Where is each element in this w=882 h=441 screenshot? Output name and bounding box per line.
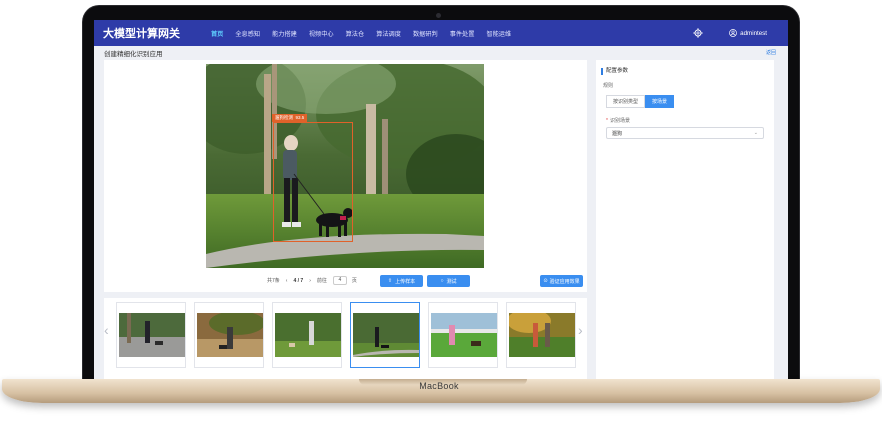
refresh-icon: ○ [440, 278, 444, 284]
test-label: 测试 [446, 278, 457, 285]
scene-select-value: 遛狗 [612, 130, 623, 137]
thumbnail-image [197, 313, 263, 357]
thumbnail-image [119, 313, 185, 357]
config-panel: 配置参数 规则 按识别类型 按场景 * 识别场景 遛狗 ⌄ [596, 60, 774, 379]
user-icon [729, 29, 738, 37]
rule-label: 规则 [603, 83, 614, 89]
thumbnail[interactable] [116, 302, 186, 368]
nav-right: admintest [693, 28, 788, 38]
upload-icon: ⇪ [387, 278, 393, 284]
user-name: admintest [740, 29, 767, 37]
detection-box [273, 122, 353, 242]
pagination: 共7条 ‹ 4 / 7 › 前往 4 页 [267, 276, 363, 285]
nav-item-capability[interactable]: 能力搭建 [266, 29, 303, 38]
page-jump-input[interactable]: 4 [332, 276, 347, 285]
nav-item-perception[interactable]: 全息感知 [229, 29, 266, 38]
thumbnail-image [275, 313, 341, 357]
camera-icon [436, 13, 441, 18]
nav-item-home[interactable]: 首页 [205, 29, 229, 38]
required-mark: * [606, 118, 608, 124]
thumbnail-strip: ‹ › [104, 298, 587, 379]
detection-class: 遛狗检测 [275, 115, 293, 120]
pager-total: 共7条 [267, 278, 280, 284]
screen: 大模型计算网关 首页 全息感知 能力搭建 视频中心 算法仓 算法调度 数据研判 … [94, 20, 788, 379]
scene-select[interactable]: 遛狗 ⌄ [606, 127, 764, 139]
laptop-frame: MacBook 大模型计算网关 首页 全息感知 能力搭建 视频中心 算法仓 算法… [0, 0, 882, 441]
nav-item-video[interactable]: 视频中心 [303, 29, 340, 38]
scene-label-text: 识别场景 [609, 118, 630, 124]
thumbnail[interactable] [194, 302, 264, 368]
chevron-right-icon[interactable]: › [578, 322, 583, 338]
preview-panel: 遛狗检测 93.5 共7条 ‹ 4 / 7 › 前往 4 页 ⇪ 上传样本 ○ 测试… [104, 60, 587, 292]
detection-label: 遛狗检测 93.5 [272, 114, 308, 122]
app-title: 大模型计算网关 [103, 28, 180, 40]
thumbnail[interactable] [428, 302, 498, 368]
scene-field-label: * 识别场景 [606, 117, 630, 124]
thumbnail[interactable] [506, 302, 576, 368]
thumbnail-image [509, 313, 575, 357]
thumbnail[interactable] [272, 302, 342, 368]
chevron-down-icon: ⌄ [753, 130, 758, 136]
thumbnail-image [431, 313, 497, 357]
tab-by-scene[interactable]: 按场景 [645, 95, 675, 108]
verify-label: 验证应用效果 [549, 278, 580, 285]
top-nav: 大模型计算网关 首页 全息感知 能力搭建 视频中心 算法仓 算法调度 数据研判 … [94, 20, 788, 46]
page-title: 创建精细化识别应用 [104, 51, 163, 58]
nav-item-ops[interactable]: 智能运维 [480, 29, 517, 38]
thumbnail-image [353, 313, 419, 357]
breadcrumb: 创建精细化识别应用 返回 [94, 46, 788, 60]
chevron-left-icon[interactable]: ‹ [104, 322, 109, 338]
back-link[interactable]: 返回 [766, 49, 776, 56]
upload-sample-button[interactable]: ⇪ 上传样本 [380, 275, 423, 287]
next-page-icon[interactable]: › [309, 278, 311, 284]
tab-by-type[interactable]: 按识别类型 [606, 95, 646, 108]
verify-icon: ⊙ [543, 278, 548, 284]
verify-button[interactable]: ⊙ 验证应用效果 [540, 275, 583, 287]
gear-icon[interactable] [693, 28, 703, 38]
laptop-brand: MacBook [419, 381, 459, 391]
pager-goto: 前往 [316, 278, 327, 284]
user-menu[interactable]: admintest [729, 29, 767, 37]
nav-menu: 首页 全息感知 能力搭建 视频中心 算法仓 算法调度 数据研判 事件处置 智能运… [205, 29, 517, 38]
test-button[interactable]: ○ 测试 [427, 275, 470, 287]
thumbnail-selected[interactable] [350, 302, 420, 368]
upload-label: 上传样本 [395, 278, 416, 285]
detection-score: 93.5 [295, 115, 305, 120]
nav-item-events[interactable]: 事件处置 [444, 29, 481, 38]
pager-unit: 页 [351, 278, 357, 284]
config-title: 配置参数 [601, 68, 628, 75]
pager-current: 4 / 7 [293, 277, 304, 284]
nav-item-algorithm-store[interactable]: 算法仓 [340, 29, 371, 38]
prev-page-icon[interactable]: ‹ [286, 278, 288, 284]
nav-item-data-analysis[interactable]: 数据研判 [407, 29, 444, 38]
rule-tabs: 按识别类型 按场景 [606, 95, 675, 108]
nav-item-algorithm-schedule[interactable]: 算法调度 [370, 29, 407, 38]
